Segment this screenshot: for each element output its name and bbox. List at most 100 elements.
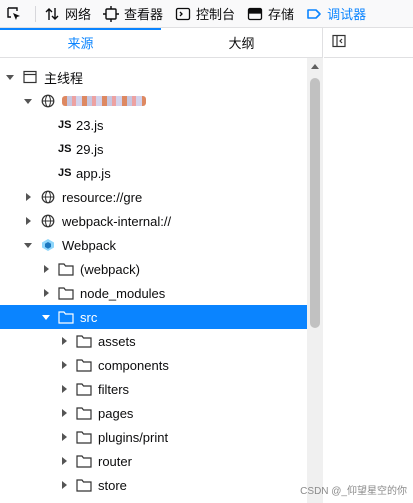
tab-inspector[interactable]: 查看器 <box>97 0 169 28</box>
tree-item-label: app.js <box>76 165 111 181</box>
tree-item-label: pages <box>98 405 134 421</box>
tree-item-webpack[interactable]: Webpack <box>0 233 307 257</box>
chevron-down-icon[interactable] <box>40 311 52 323</box>
tree-item-label: resource://gre <box>62 189 143 205</box>
tree-item-webpack-internal[interactable]: webpack-internal:// <box>0 209 307 233</box>
tree-item-label: 主线程 <box>44 70 84 86</box>
tab-inspector-label: 查看器 <box>124 7 164 22</box>
chevron-right-icon[interactable] <box>40 263 52 275</box>
folder-icon <box>76 477 92 493</box>
sources-tabs: 来源 大纲 <box>0 28 322 58</box>
network-arrows-icon <box>44 6 60 22</box>
chevron-down-icon[interactable] <box>22 95 34 107</box>
tree-item-folder[interactable]: assets <box>0 329 307 353</box>
debugger-right-pane <box>324 28 413 503</box>
tree-scrollbar[interactable] <box>307 58 323 503</box>
folder-icon <box>76 357 92 373</box>
chevron-right-icon[interactable] <box>40 287 52 299</box>
tab-network-label: 网络 <box>65 7 92 22</box>
chevron-right-icon[interactable] <box>58 455 70 467</box>
tree-item-folder[interactable]: pages <box>0 401 307 425</box>
folder-icon <box>58 309 74 325</box>
folder-icon <box>58 285 74 301</box>
tree-item-label: router <box>98 453 132 469</box>
tree-item-label: webpack-internal:// <box>62 213 172 229</box>
tree-item-label: components <box>98 357 169 373</box>
tree-item-file[interactable]: JS 23.js <box>0 113 307 137</box>
storage-icon <box>247 6 263 22</box>
tree-item-folder[interactable]: store <box>0 473 307 497</box>
tree-item-folder[interactable]: (webpack) <box>0 257 307 281</box>
folder-icon <box>76 453 92 469</box>
chevron-down-icon[interactable] <box>22 239 34 251</box>
js-file-icon: JS <box>58 143 72 155</box>
folder-icon <box>58 261 74 277</box>
tree-item-label: node_modules <box>80 285 166 301</box>
tab-debugger-label: 调试器 <box>327 7 367 22</box>
tree-item-folder-selected[interactable]: src <box>0 305 307 329</box>
tree-item-folder[interactable]: router <box>0 449 307 473</box>
tree-item-folder[interactable]: filters <box>0 377 307 401</box>
pick-element-button[interactable] <box>0 0 33 28</box>
tree-item-resource[interactable]: resource://gre <box>0 185 307 209</box>
tree-item-label: store <box>98 477 127 493</box>
chevron-right-icon[interactable] <box>58 383 70 395</box>
pick-element-icon <box>6 6 22 22</box>
tab-console-label: 控制台 <box>196 7 236 22</box>
globe-icon <box>40 213 56 229</box>
globe-icon <box>40 189 56 205</box>
js-file-icon: JS <box>58 119 72 131</box>
chevron-right-icon[interactable] <box>58 359 70 371</box>
tree-item-folder[interactable]: components <box>0 353 307 377</box>
folder-icon <box>76 429 92 445</box>
tree-item-label: src <box>80 309 98 325</box>
chevron-right-icon[interactable] <box>22 191 34 203</box>
tab-storage[interactable]: 存储 <box>241 0 300 28</box>
tab-storage-label: 存储 <box>268 7 295 22</box>
tree-item-label: (webpack) <box>80 261 140 277</box>
tab-outline-label: 大纲 <box>228 36 255 51</box>
console-icon <box>175 6 191 22</box>
source-tree: 主线程 JS 23.js JS 29.js JS app.js resource… <box>0 58 307 503</box>
tree-item-label: assets <box>98 333 136 349</box>
watermark: CSDN @_仰望星空的你 <box>300 486 407 497</box>
chevron-right-icon[interactable] <box>58 335 70 347</box>
tree-item-folder[interactable]: node_modules <box>0 281 307 305</box>
tree-item-label: 23.js <box>76 117 104 133</box>
js-file-icon: JS <box>58 167 72 179</box>
chevron-right-icon[interactable] <box>58 479 70 491</box>
tree-item-folder[interactable]: plugins/print <box>0 425 307 449</box>
redacted-domain-label <box>62 96 146 106</box>
sources-pane: 来源 大纲 主线程 JS 23.js JS 29.js JS app.js re… <box>0 28 323 503</box>
tab-console[interactable]: 控制台 <box>169 0 241 28</box>
tree-item-file[interactable]: JS 29.js <box>0 137 307 161</box>
tree-item-label: plugins/print <box>98 429 169 445</box>
scroll-up-arrow-icon[interactable] <box>307 58 323 74</box>
devtools-toolbar: 网络 查看器 控制台 存储 调试器 <box>0 0 413 28</box>
inspector-icon <box>103 5 120 22</box>
globe-icon <box>40 93 56 109</box>
chevron-down-icon[interactable] <box>4 71 16 83</box>
debugger-icon <box>306 6 322 22</box>
tree-item-label: 29.js <box>76 141 104 157</box>
folder-icon <box>76 405 92 421</box>
toolbar-divider <box>35 5 36 22</box>
scrollbar-thumb[interactable] <box>310 78 320 328</box>
tab-network[interactable]: 网络 <box>38 0 97 28</box>
tab-outline[interactable]: 大纲 <box>161 28 322 57</box>
right-pane-header <box>324 28 413 58</box>
chevron-right-icon[interactable] <box>22 215 34 227</box>
chevron-right-icon[interactable] <box>58 431 70 443</box>
tree-item-domain[interactable] <box>0 89 307 113</box>
tree-item-file[interactable]: JS app.js <box>0 161 307 185</box>
tree-item-label: filters <box>98 381 130 397</box>
tab-sources[interactable]: 来源 <box>0 28 161 57</box>
folder-icon <box>76 333 92 349</box>
tab-sources-label: 来源 <box>67 36 94 51</box>
tab-debugger[interactable]: 调试器 <box>300 0 372 28</box>
chevron-right-icon[interactable] <box>58 407 70 419</box>
tree-item-main-thread[interactable]: 主线程 <box>0 65 307 89</box>
toggle-sidebar-icon[interactable] <box>332 34 346 51</box>
window-icon <box>22 69 38 85</box>
tree-item-label: Webpack <box>62 237 116 253</box>
